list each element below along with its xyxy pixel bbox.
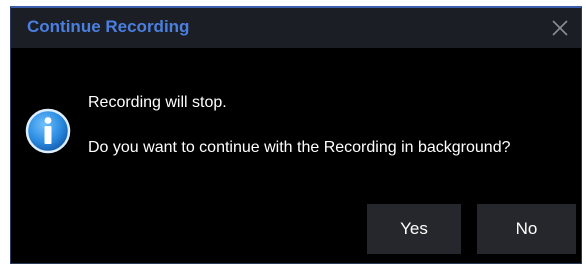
close-icon[interactable] <box>549 17 571 39</box>
message-line-2: Do you want to continue with the Recordi… <box>88 139 511 156</box>
message-line-1: Recording will stop. <box>88 94 227 111</box>
dialog-title: Continue Recording <box>27 17 190 36</box>
info-icon <box>25 108 71 154</box>
no-button[interactable]: No <box>477 204 576 254</box>
yes-button[interactable]: Yes <box>367 204 461 254</box>
continue-recording-dialog: Continue Recording Recording will stop. … <box>10 6 582 264</box>
dialog-titlebar: Continue Recording <box>11 8 581 48</box>
